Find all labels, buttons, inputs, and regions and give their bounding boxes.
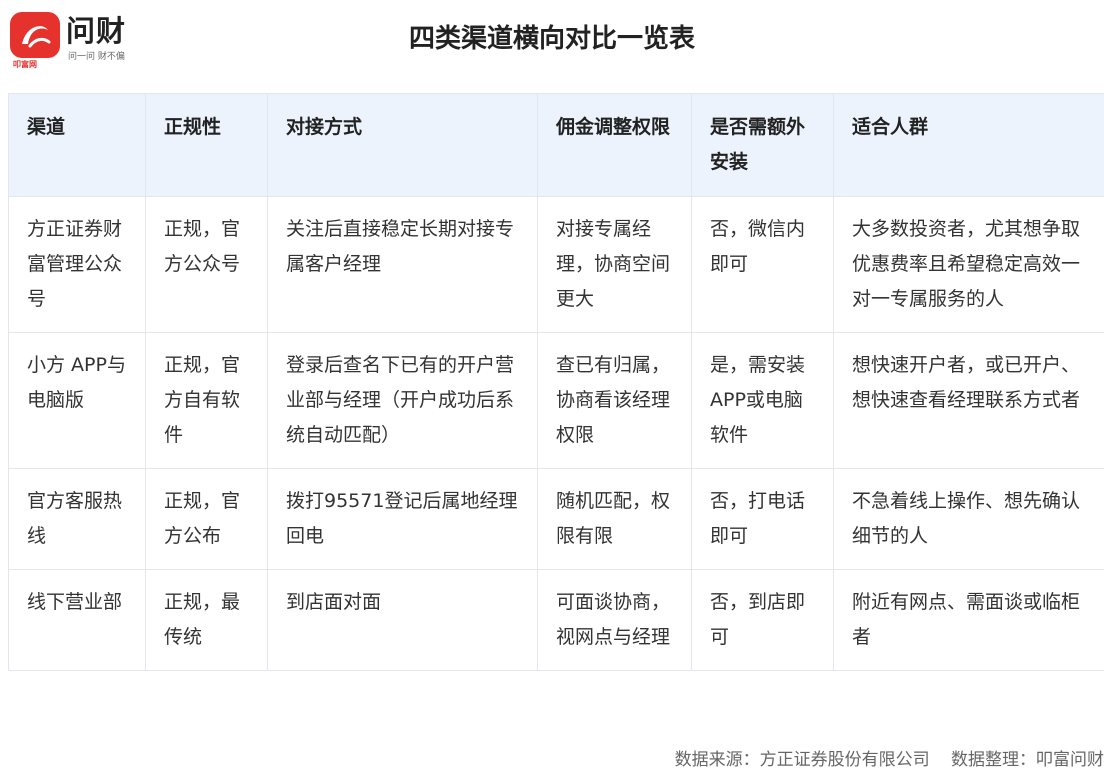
- table-cell: 正规，官方自有软件: [145, 332, 268, 469]
- table-cell: 正规，官方公众号: [145, 196, 268, 333]
- brand-subbrand: 叩富网: [13, 60, 37, 69]
- table-cell: 可面谈协商，视网点与经理: [537, 569, 692, 671]
- table-cell: 登录后查名下已有的开户营业部与经理（开户成功后系统自动匹配）: [267, 332, 538, 469]
- table-cell: 对接专属经理，协商空间更大: [537, 196, 692, 333]
- table-cell: 查已有归属，协商看该经理权限: [537, 332, 692, 469]
- header-cell: 佣金调整权限: [537, 93, 692, 197]
- table-header-row: 渠道 正规性 对接方式 佣金调整权限 是否需额外安装 适合人群: [8, 93, 1104, 197]
- table-cell: 小方 APP与电脑版: [8, 332, 146, 469]
- footer-source: 数据来源：方正证券股份有限公司: [674, 750, 930, 770]
- table-cell: 附近有网点、需面谈或临柜者: [833, 569, 1104, 671]
- table-cell: 到店面对面: [267, 569, 538, 671]
- table-cell: 是，需安装APP或电脑软件: [691, 332, 834, 469]
- table-cell: 方正证券财富管理公众号: [8, 196, 146, 333]
- header-cell: 适合人群: [833, 93, 1104, 197]
- comparison-table: 渠道 正规性 对接方式 佣金调整权限 是否需额外安装 适合人群 方正证券财富管理…: [8, 93, 1104, 671]
- header-cell: 对接方式: [267, 93, 538, 197]
- footer-compiler: 数据整理：叩富问财: [951, 750, 1104, 770]
- table-cell: 大多数投资者，尤其想争取优惠费率且希望稳定高效一对一专属服务的人: [833, 196, 1104, 333]
- table-cell: 正规，最传统: [145, 569, 268, 671]
- table-cell: 否，微信内即可: [691, 196, 834, 333]
- header-cell: 是否需额外安装: [691, 93, 834, 197]
- page-title: 四类渠道横向对比一览表: [408, 24, 695, 54]
- table-row: 小方 APP与电脑版 正规，官方自有软件 登录后查名下已有的开户营业部与经理（开…: [8, 332, 1104, 469]
- table-cell: 关注后直接稳定长期对接专属客户经理: [267, 196, 538, 333]
- table-row: 官方客服热线 正规，官方公布 拨打95571登记后属地经理回电 随机匹配，权限有…: [8, 468, 1104, 570]
- table-cell: 不急着线上操作、想先确认细节的人: [833, 468, 1104, 570]
- table-cell: 正规，官方公布: [145, 468, 268, 570]
- table-cell: 线下营业部: [8, 569, 146, 671]
- table-cell: 否，打电话即可: [691, 468, 834, 570]
- table-cell: 官方客服热线: [8, 468, 146, 570]
- table-cell: 拨打95571登记后属地经理回电: [267, 468, 538, 570]
- table-cell: 否，到店即可: [691, 569, 834, 671]
- footer-credits: 数据来源：方正证券股份有限公司 数据整理：叩富问财: [675, 747, 1104, 773]
- table-row: 线下营业部 正规，最传统 到店面对面 可面谈协商，视网点与经理 否，到店即可 附…: [8, 569, 1104, 671]
- table-cell: 随机匹配，权限有限: [537, 468, 692, 570]
- table-cell: 想快速开户者，或已开户、想快速查看经理联系方式者: [833, 332, 1104, 469]
- header-cell: 正规性: [145, 93, 268, 197]
- header-cell: 渠道: [8, 93, 146, 197]
- table-row: 方正证券财富管理公众号 正规，官方公众号 关注后直接稳定长期对接专属客户经理 对…: [8, 196, 1104, 333]
